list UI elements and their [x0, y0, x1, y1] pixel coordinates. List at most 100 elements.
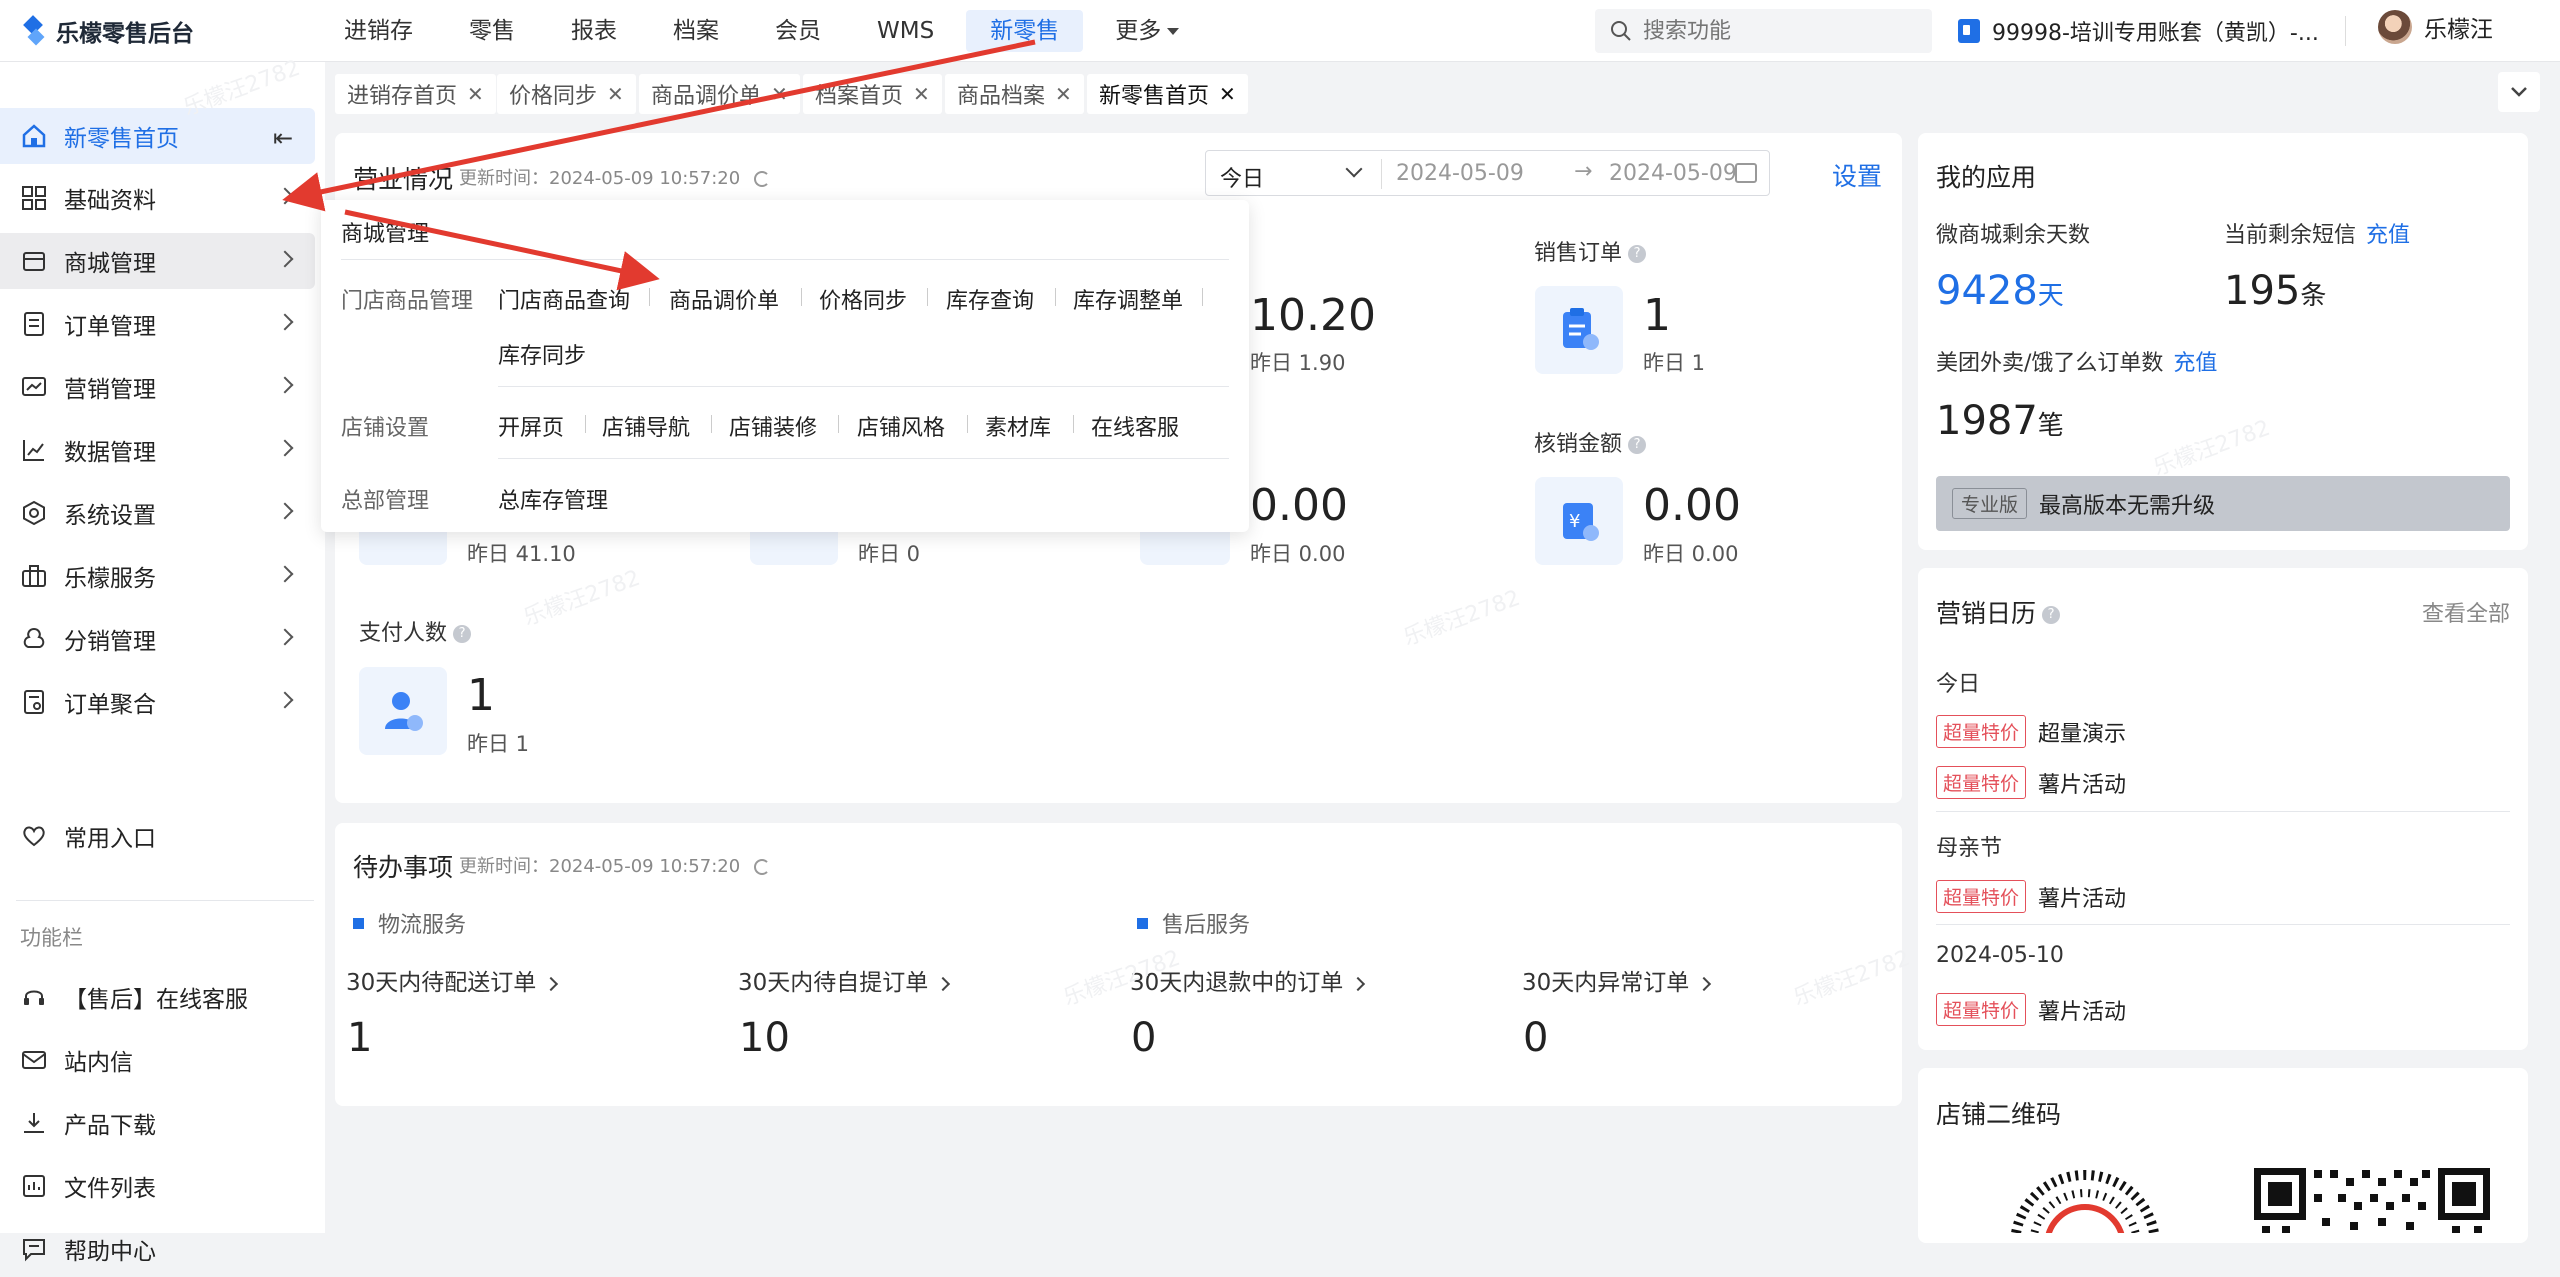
user-menu[interactable]: 乐檬汪: [2378, 10, 2493, 44]
marketing-calendar-card: [1918, 568, 2528, 1050]
sidebar-item-distribution[interactable]: 分销管理: [0, 611, 315, 667]
sidebar-item-favorites[interactable]: 常用入口: [0, 808, 315, 864]
sidebar-tool-inbox[interactable]: 站内信: [0, 1032, 315, 1088]
calendar-date: 2024-05-10: [1936, 943, 2064, 968]
tab-label: 商品调价单: [651, 84, 762, 109]
flyout-link[interactable]: 店铺风格: [857, 410, 945, 442]
view-all-link[interactable]: 查看全部: [2422, 596, 2510, 628]
help-icon[interactable]: ?: [1628, 436, 1647, 454]
nav-item-retail[interactable]: 零售: [445, 10, 539, 52]
sidebar-item-order-aggregation[interactable]: 订单聚合: [0, 674, 315, 730]
nav-item-archives[interactable]: 档案: [649, 10, 743, 52]
todo-link-abnormal[interactable]: 30天内异常订单: [1522, 963, 1712, 997]
sidebar-item-lemeng-service[interactable]: 乐檬服务: [0, 548, 315, 604]
tab-price-adjust[interactable]: 商品调价单 ✕: [639, 74, 800, 114]
sidebar-tool-download[interactable]: 产品下载: [0, 1095, 315, 1151]
end-date-input[interactable]: 2024-05-09: [1609, 161, 1737, 186]
refresh-icon[interactable]: [754, 171, 771, 187]
calendar-event[interactable]: 超量特价 超量演示: [1936, 715, 2126, 748]
flyout-link[interactable]: 店铺导航: [602, 410, 690, 442]
sidebar-item-basic-data[interactable]: 基础资料: [0, 170, 315, 226]
help-icon[interactable]: ?: [453, 625, 472, 643]
calendar-event[interactable]: 超量特价 薯片活动: [1936, 880, 2126, 913]
calendar-event[interactable]: 超量特价 薯片活动: [1936, 993, 2126, 1026]
tab-price-sync[interactable]: 价格同步 ✕: [497, 74, 636, 114]
delivery-recharge-link[interactable]: 充值: [2173, 351, 2217, 376]
metric-label: 销售订单?: [1534, 235, 1647, 267]
nav-item-more[interactable]: 更多: [1091, 10, 1203, 52]
caret-down-icon: [1167, 28, 1180, 35]
flyout-link[interactable]: 在线客服: [1091, 410, 1179, 442]
date-range-picker[interactable]: 今日 2024-05-09 → 2024-05-09: [1205, 150, 1770, 196]
tab-inventory-home[interactable]: 进销存首页 ✕: [335, 74, 496, 114]
close-icon[interactable]: ✕: [467, 82, 484, 106]
sidebar-item-marketing[interactable]: 营销管理: [0, 359, 315, 415]
todo-link-refunding[interactable]: 30天内退款中的订单: [1130, 963, 1366, 997]
calendar-event[interactable]: 超量特价 薯片活动: [1936, 766, 2126, 799]
nav-item-reports[interactable]: 报表: [547, 10, 641, 52]
delivery-number: 1987: [1936, 398, 2038, 444]
nav-item-new-retail[interactable]: 新零售: [966, 10, 1084, 52]
flyout-link[interactable]: 总库存管理: [498, 483, 608, 515]
date-preset-select[interactable]: 今日: [1220, 161, 1264, 193]
calendar-date: 今日: [1936, 672, 1981, 697]
flyout-link[interactable]: 素材库: [985, 410, 1051, 442]
section-logistics: 物流服务: [353, 907, 466, 939]
nav-item-members[interactable]: 会员: [751, 10, 845, 52]
sidebar-tool-online-service[interactable]: 【售后】在线客服: [0, 969, 315, 1025]
calendar-divider: [1936, 924, 2510, 925]
tab-new-retail-home[interactable]: 新零售首页 ✕: [1087, 74, 1248, 114]
metric-prev: 昨日 0: [858, 542, 921, 566]
sidebar-item-order-management[interactable]: 订单管理: [0, 296, 315, 352]
account-name: 99998-培训专用账套（黄凯）-...: [1992, 21, 2319, 46]
event-tag: 超量特价: [1936, 766, 2027, 799]
flyout-link[interactable]: 库存调整单: [1073, 283, 1183, 315]
logo-icon: [22, 16, 48, 46]
settings-link[interactable]: 设置: [1832, 157, 1882, 193]
help-icon[interactable]: ?: [1628, 245, 1647, 263]
flyout-link[interactable]: 库存查询: [946, 283, 1034, 315]
flyout-link[interactable]: 价格同步: [819, 283, 907, 315]
help-icon[interactable]: ?: [2042, 606, 2061, 624]
close-icon[interactable]: ✕: [913, 82, 930, 106]
sidebar-item-new-retail-home[interactable]: 新零售首页 ⇤: [0, 108, 315, 164]
app-logo[interactable]: 乐檬零售后台: [22, 14, 194, 48]
tab-product-archive[interactable]: 商品档案 ✕: [945, 74, 1084, 114]
account-selector[interactable]: 99998-培训专用账套（黄凯）-...: [1958, 14, 2319, 48]
todo-link-to-deliver[interactable]: 30天内待配送订单: [346, 963, 559, 997]
sidebar-tool-file-list[interactable]: 文件列表: [0, 1158, 315, 1214]
flyout-link[interactable]: 商品调价单: [669, 283, 779, 315]
search-box[interactable]: [1595, 9, 1932, 53]
sidebar-tool-help-center[interactable]: 帮助中心: [0, 1221, 315, 1277]
refresh-icon[interactable]: [754, 859, 771, 875]
nav-item-wms[interactable]: WMS: [853, 10, 958, 52]
flyout-category: 店铺设置: [341, 416, 430, 441]
edition-banner: 专业版 最高版本无需升级: [1936, 476, 2510, 531]
close-icon[interactable]: ✕: [1219, 82, 1236, 106]
todo-link-to-pickup[interactable]: 30天内待自提订单: [738, 963, 951, 997]
event-name: 薯片活动: [2038, 886, 2127, 912]
tab-archive-home[interactable]: 档案首页 ✕: [803, 74, 942, 114]
sidebar-item-system-settings[interactable]: 系统设置: [0, 485, 315, 541]
calendar-date: 母亲节: [1936, 836, 2003, 861]
update-time-text: 更新时间：2024-05-09 10:57:20: [459, 856, 741, 877]
flyout-link[interactable]: 门店商品查询: [498, 283, 630, 315]
collapse-sidebar-icon[interactable]: ⇤: [273, 124, 293, 152]
todo-value: 10: [739, 1015, 790, 1061]
tabs-menu-button[interactable]: [2498, 72, 2540, 112]
sms-value: 195条: [2224, 268, 2326, 314]
close-icon[interactable]: ✕: [1055, 82, 1072, 106]
search-input[interactable]: [1643, 18, 1903, 44]
sms-recharge-link[interactable]: 充值: [2366, 223, 2410, 248]
chevron-right-icon: [1697, 976, 1712, 991]
nav-item-inventory[interactable]: 进销存: [320, 10, 437, 52]
close-icon[interactable]: ✕: [607, 82, 624, 106]
sidebar-item-data-management[interactable]: 数据管理: [0, 422, 315, 478]
start-date-input[interactable]: 2024-05-09: [1396, 161, 1524, 186]
flyout-link[interactable]: 店铺装修: [729, 410, 817, 442]
flyout-link[interactable]: 开屏页: [498, 410, 564, 442]
chevron-right-icon: [936, 976, 951, 991]
close-icon[interactable]: ✕: [771, 82, 788, 106]
flyout-link[interactable]: 库存同步: [498, 338, 586, 370]
sidebar-item-mall-management[interactable]: 商城管理: [0, 233, 315, 289]
